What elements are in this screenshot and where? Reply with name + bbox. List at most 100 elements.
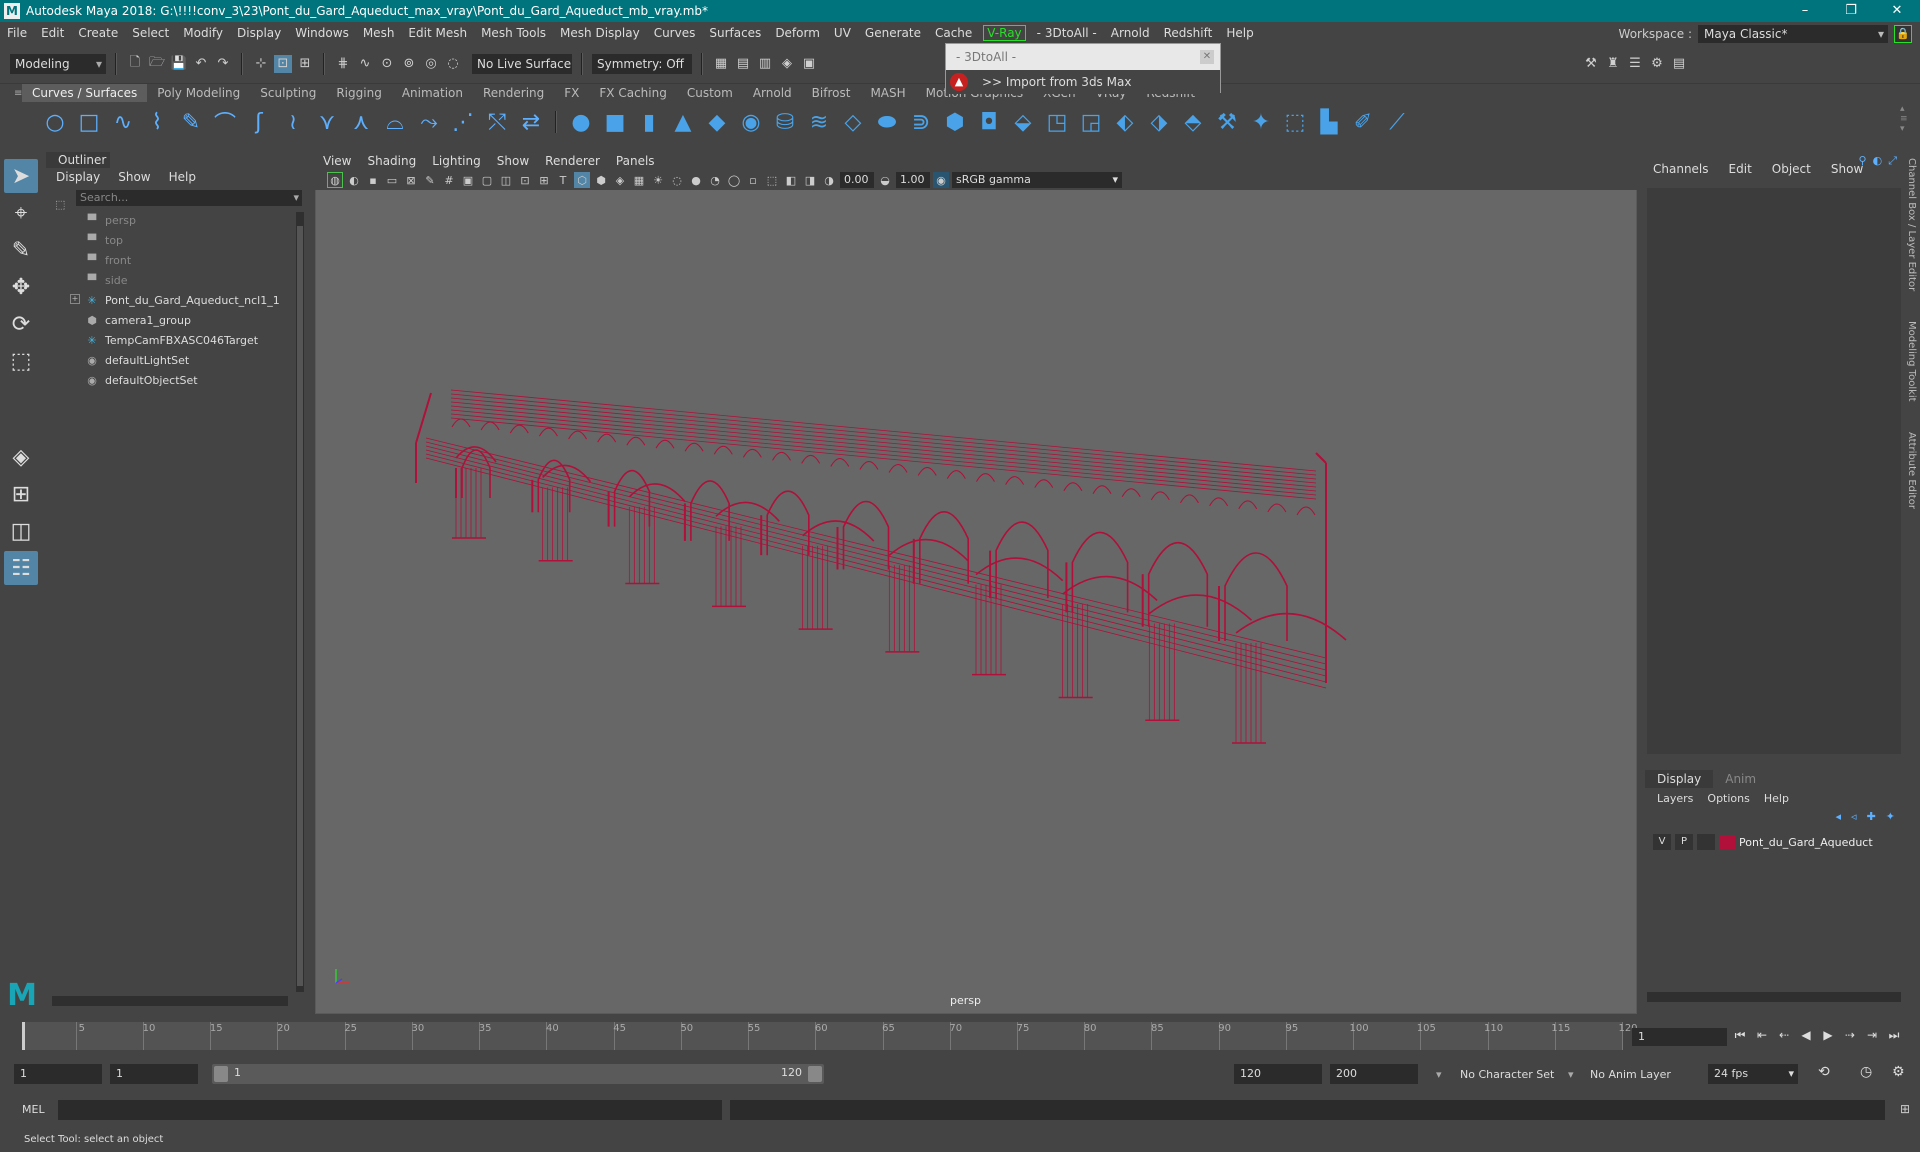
redo-icon[interactable]: ↷ (214, 55, 232, 73)
script-editor-icon[interactable]: ⊞ (1900, 1102, 1910, 1116)
render-view-icon[interactable]: ▣ (800, 55, 818, 73)
menu-arnold[interactable]: Arnold (1104, 26, 1157, 40)
scene-end-field[interactable]: 200 (1330, 1064, 1418, 1084)
menu-mesh-tools[interactable]: Mesh Tools (474, 26, 553, 40)
menu-uv[interactable]: UV (827, 26, 858, 40)
two-view-icon[interactable]: ◫ (4, 514, 38, 548)
motion-blur-icon[interactable]: ◔ (707, 172, 723, 188)
depth-of-field-icon[interactable]: ▫ (745, 172, 761, 188)
nurbs-plane-icon[interactable]: ◆ (702, 107, 732, 137)
float-icon[interactable]: ⤢ (1888, 154, 1897, 168)
step-forward-frame-icon[interactable]: ⇢ (1842, 1026, 1858, 1044)
field-chart-icon[interactable]: ⊡ (517, 172, 533, 188)
outliner-item[interactable]: ◉ defaultLightSet (46, 350, 308, 370)
outliner-item[interactable]: ✳ TempCamFBXASC046Target (46, 330, 308, 350)
snap-surface-icon[interactable]: ◎ (422, 55, 440, 73)
outliner-menu-show[interactable]: Show (118, 170, 150, 184)
menu-edit-mesh[interactable]: Edit Mesh (401, 26, 474, 40)
anim-layer-icon[interactable]: ▾ (1568, 1068, 1574, 1081)
menu-redshift[interactable]: Redshift (1157, 26, 1220, 40)
rotate-tool-icon[interactable]: ⟳ (4, 307, 38, 341)
detach-curves-icon[interactable]: ⋏ (346, 107, 376, 137)
current-frame-field[interactable]: 1 (1632, 1028, 1727, 1046)
nurbs-circle-icon[interactable]: ○ (40, 107, 70, 137)
shelf-tab-arnold[interactable]: Arnold (743, 84, 802, 102)
new-layer-icon[interactable]: ✚ (1867, 810, 1876, 823)
view-transform-dropdown[interactable]: sRGB gamma ▾ (952, 172, 1122, 188)
select-object-icon[interactable]: ⊡ (274, 54, 292, 73)
textured-icon[interactable]: ▦ (631, 172, 647, 188)
outliner-menu-help[interactable]: Help (169, 170, 196, 184)
nurbs-cone-icon[interactable]: ▲ (668, 107, 698, 137)
select-tool-icon[interactable]: ➤ (4, 159, 38, 193)
gamma-icon[interactable]: ◒ (877, 172, 893, 188)
playback-start-field[interactable]: 1 (110, 1064, 198, 1084)
camera-attr-icon[interactable]: ◐ (346, 172, 362, 188)
camera-select-icon[interactable]: ◍ (327, 172, 343, 188)
viewport-menu-panels[interactable]: Panels (608, 154, 663, 168)
nurbs-cube-icon[interactable]: ■ (600, 107, 630, 137)
layer-row[interactable]: V P Pont_du_Gard_Aqueduct (1647, 832, 1901, 852)
color-management-icon[interactable]: ◉ (933, 172, 949, 188)
character-set-icon[interactable]: ▾ (1436, 1068, 1442, 1081)
revolve-icon[interactable]: ⛁ (770, 107, 800, 137)
undo-icon[interactable]: ↶ (192, 55, 210, 73)
close-icon[interactable]: ✕ (1874, 0, 1920, 22)
close-icon[interactable]: ✕ (1200, 50, 1214, 64)
intersect-icon[interactable]: ◲ (1076, 107, 1106, 137)
planar-icon[interactable]: ◇ (838, 107, 868, 137)
resolution-gate-icon[interactable]: ▢ (479, 172, 495, 188)
safe-title-icon[interactable]: T (555, 172, 571, 188)
shelf-tab-bifrost[interactable]: Bifrost (802, 84, 861, 102)
isolate-select-icon[interactable]: ⬚ (764, 172, 780, 188)
insert-knot-icon[interactable]: ⌓ (380, 107, 410, 137)
ep-curve-icon[interactable]: ⌇ (142, 107, 172, 137)
scene-start-field[interactable]: 1 (14, 1064, 102, 1084)
modeling-toolkit-icon[interactable]: ⚒ (1582, 55, 1600, 73)
shelf-tab-curves-surfaces[interactable]: Curves / Surfaces (22, 84, 148, 102)
viewport-menu-view[interactable]: View (315, 154, 359, 168)
shelf-tab-animation[interactable]: Animation (392, 84, 473, 102)
menu-windows[interactable]: Windows (288, 26, 356, 40)
playback-end-field[interactable]: 120 (1234, 1064, 1322, 1084)
chevron-down-icon[interactable]: ▾ (293, 190, 299, 206)
nurbs-cylinder-icon[interactable]: ▮ (634, 107, 664, 137)
bookmark-icon[interactable]: ▪ (365, 172, 381, 188)
shadows-icon[interactable]: ◌ (669, 172, 685, 188)
arc-icon[interactable]: ⌒ (210, 107, 240, 137)
restore-icon[interactable]: ❐ (1828, 0, 1874, 22)
outliner-search-input[interactable]: Search... ▾ (76, 190, 302, 206)
shelf-scroll-icon[interactable]: ▴ ≡ ▾ (1900, 104, 1908, 134)
rebuild-curve-icon[interactable]: ⤲ (482, 107, 512, 137)
shelf-tab-sculpting[interactable]: Sculpting (250, 84, 326, 102)
step-back-frame-icon[interactable]: ⇠ (1776, 1026, 1792, 1044)
play-backwards-icon[interactable]: ◀ (1798, 1026, 1814, 1044)
gamma-field[interactable]: 1.00 (896, 172, 930, 188)
grease-pencil-icon[interactable]: ✎ (422, 172, 438, 188)
move-layer-down-icon[interactable]: ◃ (1851, 810, 1857, 823)
fillet-icon[interactable]: ⟋ (1382, 107, 1412, 137)
anim-prefs-icon[interactable]: ⚙ (1892, 1064, 1905, 1080)
pencil-curve-icon[interactable]: ✎ (176, 107, 206, 137)
menu-select[interactable]: Select (125, 26, 176, 40)
outliner-item[interactable]: ◉ defaultObjectSet (46, 370, 308, 390)
lock-icon[interactable]: 🔒 (1894, 25, 1912, 43)
time-ruler[interactable]: 5 10 15 20 25 30 35 40 45 50 55 60 65 70 75 80 85 90 95 100… (22, 1022, 1638, 1050)
curve-tool-icon[interactable]: ≀ (278, 107, 308, 137)
bevel-icon[interactable]: ⬙ (1008, 107, 1038, 137)
paint-tool-icon[interactable]: ✐ (1348, 107, 1378, 137)
shelf-tab-fx[interactable]: FX (554, 84, 589, 102)
shelf-tab-custom[interactable]: Custom (677, 84, 743, 102)
go-to-start-icon[interactable]: ⏮ (1732, 1026, 1748, 1044)
cv-curve-icon[interactable]: ∿ (108, 107, 138, 137)
align-icon[interactable]: ⬚ (1280, 107, 1310, 137)
fps-dropdown[interactable]: 24 fps ▾ (1708, 1064, 1798, 1084)
go-to-end-icon[interactable]: ⏭ (1886, 1026, 1902, 1044)
surface-edit-icon[interactable]: ✦ (1246, 107, 1276, 137)
viewport-menu-lighting[interactable]: Lighting (424, 154, 489, 168)
save-scene-icon[interactable]: 💾 (170, 55, 188, 73)
attach-curves-icon[interactable]: ⋎ (312, 107, 342, 137)
layer-visibility-toggle[interactable]: V (1653, 834, 1671, 850)
outliner-item[interactable]: ⬢ camera1_group (46, 310, 308, 330)
grid-icon[interactable]: # (441, 172, 457, 188)
